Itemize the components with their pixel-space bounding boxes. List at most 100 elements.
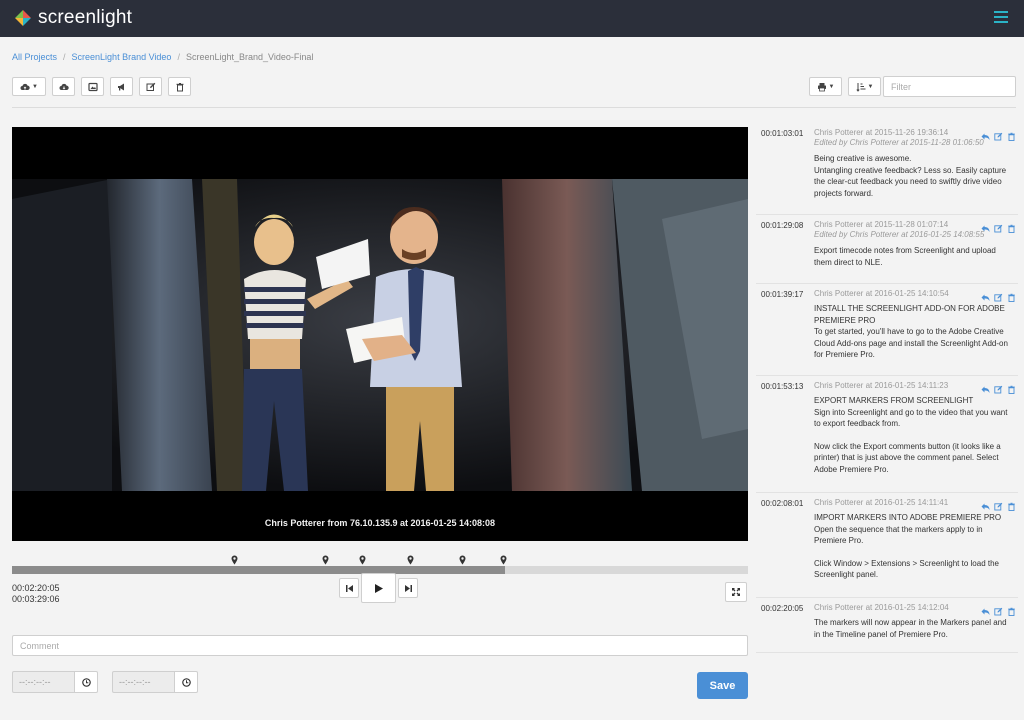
- trash-icon: [176, 82, 183, 91]
- comment-actions: [981, 381, 1016, 394]
- comment-author-date: Chris Potterer at 2016-01-25 14:12:04: [814, 603, 949, 612]
- playback-controls: [339, 573, 418, 603]
- set-in-timecode-button[interactable]: [74, 671, 98, 693]
- trash-icon[interactable]: [1007, 128, 1016, 141]
- comment-body: IMPORT MARKERS INTO ADOBE PREMIERE PRO Op…: [814, 512, 1014, 581]
- breadcrumb: All Projects / ScreenLight Brand Video /…: [12, 52, 314, 62]
- comment-author-date: Chris Potterer at 2016-01-25 14:10:54: [814, 289, 949, 298]
- reply-icon[interactable]: [981, 220, 990, 232]
- delete-button[interactable]: [168, 77, 191, 96]
- timeline-marker-icon[interactable]: [459, 555, 466, 565]
- comment-edited-note: Edited by Chris Potterer at 2016-01-25 1…: [814, 230, 985, 239]
- toolbar-left: ▼: [12, 77, 191, 96]
- play-button[interactable]: [361, 573, 396, 603]
- reply-icon[interactable]: [981, 289, 990, 301]
- breadcrumb-current: ScreenLight_Brand_Video-Final: [185, 52, 314, 62]
- out-timecode-input[interactable]: [112, 671, 174, 693]
- breadcrumb-all-projects[interactable]: All Projects: [12, 52, 57, 62]
- reply-icon[interactable]: [981, 381, 990, 393]
- video-player[interactable]: Chris Potterer from 76.10.135.9 at 2016-…: [12, 127, 748, 541]
- edit-icon: [146, 82, 155, 91]
- edit-icon[interactable]: [994, 128, 1003, 141]
- top-bar: screenlight: [0, 0, 1024, 37]
- expand-icon: [732, 588, 740, 596]
- timeline-progress: [12, 566, 505, 574]
- screenlight-logo-icon: [15, 10, 31, 26]
- comment-item[interactable]: 00:01:53:13 Chris Potterer at 2016-01-25 …: [756, 376, 1018, 493]
- print-button[interactable]: ▼: [809, 77, 842, 96]
- comment-actions: [981, 289, 1016, 302]
- comment-timecode[interactable]: 00:02:08:01: [761, 499, 803, 508]
- edit-icon[interactable]: [994, 603, 1003, 616]
- comment-actions: [981, 603, 1016, 616]
- timeline-marker-icon[interactable]: [407, 555, 414, 565]
- comment-item[interactable]: 00:02:20:05 Chris Potterer at 2016-01-25 …: [756, 598, 1018, 653]
- announce-button[interactable]: [110, 77, 133, 96]
- edit-button[interactable]: [139, 77, 162, 96]
- comment-item[interactable]: 00:01:03:01 Chris Potterer at 2015-11-26 …: [756, 123, 1018, 215]
- trash-icon[interactable]: [1007, 220, 1016, 233]
- menu-icon[interactable]: [994, 11, 1008, 23]
- edit-icon[interactable]: [994, 381, 1003, 394]
- comment-author-date: Chris Potterer at 2015-11-26 19:36:14: [814, 128, 949, 137]
- in-timecode-input[interactable]: [12, 671, 74, 693]
- edit-icon[interactable]: [994, 498, 1003, 511]
- edit-icon[interactable]: [994, 289, 1003, 302]
- reply-icon[interactable]: [981, 128, 990, 140]
- comment-item[interactable]: 00:02:08:01 Chris Potterer at 2016-01-25 …: [756, 493, 1018, 598]
- comment-item[interactable]: 00:01:39:17 Chris Potterer at 2016-01-25 …: [756, 284, 1018, 376]
- comment-timecode[interactable]: 00:01:53:13: [761, 382, 803, 391]
- comment-line: Click Window > Extensions > Screenlight …: [814, 558, 999, 580]
- comment-actions: [981, 128, 1016, 141]
- comment-timecode[interactable]: 00:02:20:05: [761, 604, 803, 613]
- edit-icon[interactable]: [994, 220, 1003, 233]
- comment-line: Untangling creative feedback? Less so. E…: [814, 165, 1007, 198]
- comment-line: To get started, you'll have to go to the…: [814, 327, 1008, 359]
- comment-body: Export timecode notes from Screenlight a…: [814, 245, 1014, 268]
- filter-input[interactable]: [883, 76, 1016, 97]
- timeline-marker-icon[interactable]: [231, 555, 238, 565]
- timeline-marker-icon[interactable]: [359, 555, 366, 565]
- thumbnail-button[interactable]: [81, 77, 104, 96]
- clock-icon: [181, 677, 191, 687]
- comment-actions: [981, 220, 1016, 233]
- previous-marker-button[interactable]: [339, 578, 359, 598]
- comment-meta: Chris Potterer at 2016-01-25 14:11:41: [814, 498, 948, 508]
- trash-icon[interactable]: [1007, 603, 1016, 616]
- comment-item[interactable]: 00:01:29:08 Chris Potterer at 2015-11-28 …: [756, 215, 1018, 284]
- reply-icon[interactable]: [981, 603, 990, 615]
- megaphone-icon: [117, 83, 124, 90]
- next-marker-button[interactable]: [398, 578, 418, 598]
- comment-line: Sign into Screenlight and go to the vide…: [814, 407, 1008, 429]
- breadcrumb-project[interactable]: ScreenLight Brand Video: [72, 52, 172, 62]
- reply-icon[interactable]: [981, 498, 990, 510]
- trash-icon[interactable]: [1007, 498, 1016, 511]
- trash-icon[interactable]: [1007, 289, 1016, 302]
- fullscreen-button[interactable]: [725, 582, 747, 602]
- comment-timecode[interactable]: 00:01:03:01: [761, 129, 803, 138]
- save-button[interactable]: Save: [697, 672, 748, 699]
- print-icon: [817, 82, 826, 91]
- comment-body: The markers will now appear in the Marke…: [814, 617, 1014, 640]
- comment-line: INSTALL THE SCREENLIGHT ADD-ON FOR ADOBE…: [814, 304, 1005, 325]
- comment-line: Export timecode notes from Screenlight a…: [814, 246, 996, 267]
- sort-button[interactable]: ▼: [848, 77, 881, 96]
- sort-icon: [855, 82, 866, 92]
- timeline-markers: [12, 555, 748, 566]
- upload-button[interactable]: ▼: [12, 77, 46, 96]
- comment-input[interactable]: [12, 635, 748, 656]
- comment-timecode[interactable]: 00:01:39:17: [761, 290, 803, 299]
- comment-meta: Chris Potterer at 2016-01-25 14:10:54: [814, 289, 949, 299]
- timecodes: 00:02:20:05 00:03:29:06: [12, 583, 60, 605]
- comment-meta: Chris Potterer at 2016-01-25 14:12:04: [814, 603, 949, 613]
- download-button[interactable]: [52, 77, 75, 96]
- timeline-marker-icon[interactable]: [322, 555, 329, 565]
- comment-timecode[interactable]: 00:01:29:08: [761, 221, 803, 230]
- app-name: screenlight: [38, 7, 133, 28]
- trash-icon[interactable]: [1007, 381, 1016, 394]
- comment-line: Now click the Export comments button (it…: [814, 441, 1001, 474]
- set-out-timecode-button[interactable]: [174, 671, 198, 693]
- comment-line: IMPORT MARKERS INTO ADOBE PREMIERE PRO: [814, 513, 1002, 522]
- app-logo[interactable]: screenlight: [14, 7, 132, 29]
- timeline-marker-icon[interactable]: [500, 555, 507, 565]
